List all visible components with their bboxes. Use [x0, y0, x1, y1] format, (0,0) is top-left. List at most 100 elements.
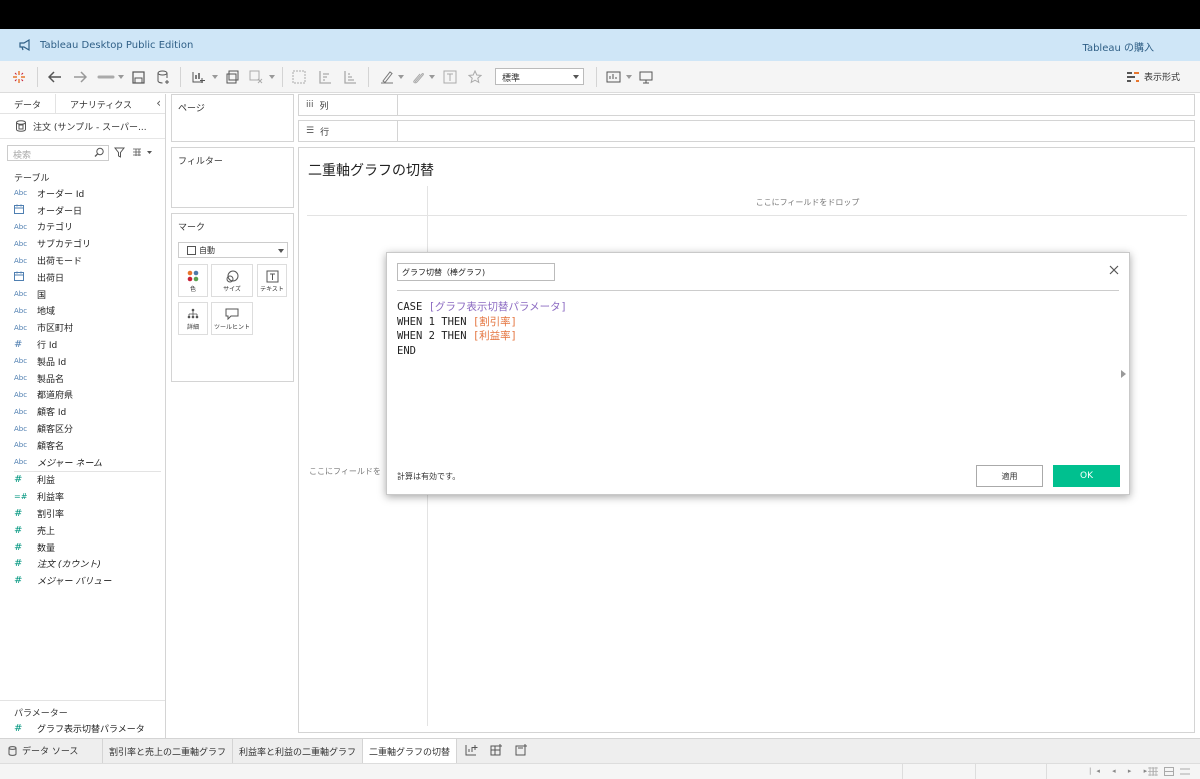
- measure-field-item[interactable]: # 利益: [0, 472, 165, 489]
- swap-rows-columns-icon[interactable]: [291, 69, 307, 85]
- string-type-icon: Abc: [14, 390, 28, 399]
- detail-button[interactable]: 詳細: [178, 302, 208, 335]
- dimension-field-item[interactable]: 出荷日: [0, 269, 165, 286]
- rows-label: 行: [320, 127, 330, 138]
- tabs-view-icon[interactable]: [1180, 767, 1190, 776]
- columns-label: 列: [319, 101, 329, 112]
- sheet-tab[interactable]: 利益率と利益の二重軸グラフ: [233, 738, 364, 764]
- filter-icon[interactable]: [114, 147, 125, 158]
- new-worksheet-icon[interactable]: [465, 744, 478, 759]
- calculation-name-input[interactable]: グラフ切替（棒グラフ): [397, 263, 555, 281]
- dimension-field-item[interactable]: Abc 顧客名: [0, 437, 165, 454]
- presentation-mode-icon[interactable]: [638, 69, 654, 85]
- tooltip-button[interactable]: ツールヒント: [211, 302, 253, 335]
- dimension-field-item[interactable]: Abc 地域: [0, 303, 165, 320]
- clear-sheet-icon[interactable]: [248, 69, 264, 85]
- number-type-icon: #: [14, 474, 23, 486]
- columns-shelf[interactable]: iii 列: [298, 94, 1195, 116]
- dimension-field-item[interactable]: Abc メジャー ネーム: [0, 454, 165, 471]
- filters-card[interactable]: フィルター: [171, 147, 294, 208]
- field-name: カテゴリ: [37, 223, 74, 234]
- dimension-field-item[interactable]: Abc 市区町村: [0, 319, 165, 336]
- sort-descending-icon[interactable]: [342, 69, 358, 85]
- dimension-field-item[interactable]: オーダー日: [0, 202, 165, 219]
- filters-card-title: フィルター: [178, 157, 223, 167]
- tableau-logo-icon[interactable]: [11, 69, 27, 85]
- number-type-icon: #: [14, 339, 23, 351]
- code-field-ref: [利益率]: [472, 330, 518, 342]
- filmstrip-view-icon[interactable]: [1164, 767, 1174, 776]
- dimension-field-item[interactable]: Abc サブカテゴリ: [0, 235, 165, 252]
- fit-select[interactable]: 標準: [495, 68, 584, 85]
- code-keyword: CASE: [397, 301, 429, 313]
- new-story-icon[interactable]: [515, 743, 528, 759]
- mark-type-select[interactable]: 自動: [178, 242, 288, 258]
- save-icon[interactable]: [130, 69, 146, 85]
- parameter-field-item[interactable]: # グラフ表示切替パラメータ: [0, 720, 165, 737]
- string-type-icon: Abc: [14, 290, 28, 299]
- data-connection-icon[interactable]: [96, 69, 116, 85]
- apply-button[interactable]: 適用: [976, 465, 1043, 487]
- new-worksheet-icon[interactable]: [190, 69, 206, 85]
- text-button[interactable]: テキスト: [257, 264, 287, 297]
- dimension-field-item[interactable]: # 行 Id: [0, 336, 165, 353]
- string-type-icon: Abc: [14, 458, 28, 467]
- forward-icon[interactable]: [72, 69, 88, 85]
- tab-data-source[interactable]: データ ソース: [0, 738, 103, 764]
- formula-editor[interactable]: CASE [グラフ表示切替パラメータ] WHEN 1 THEN [割引率] WH…: [397, 300, 567, 358]
- measure-field-item[interactable]: =# 利益率: [0, 488, 165, 505]
- dimension-field-item[interactable]: Abc 都道府県: [0, 387, 165, 404]
- new-datasource-icon[interactable]: [155, 69, 171, 85]
- sheet-tab[interactable]: 割引率と売上の二重軸グラフ: [103, 738, 234, 764]
- measure-field-item[interactable]: # 注文 (カウント): [0, 556, 165, 573]
- size-button[interactable]: サイズ: [211, 264, 253, 297]
- dimension-field-item[interactable]: Abc 顧客区分: [0, 420, 165, 437]
- measure-field-item[interactable]: # 割引率: [0, 505, 165, 522]
- measure-field-item[interactable]: # 売上: [0, 522, 165, 539]
- close-icon[interactable]: [1109, 265, 1119, 275]
- dimension-field-item[interactable]: Abc 顧客 Id: [0, 403, 165, 420]
- rows-shelf-label: ☰ 行: [299, 121, 398, 141]
- buy-tableau-link[interactable]: Tableau の購入: [1082, 39, 1154, 54]
- fix-axes-icon[interactable]: [467, 69, 483, 85]
- dimension-field-item[interactable]: Abc 製品名: [0, 370, 165, 387]
- view-options-icon[interactable]: [132, 148, 152, 160]
- collapse-pane-icon[interactable]: ‹: [156, 96, 161, 110]
- datasource-item[interactable]: 注文 (サンプル - スーパー...: [0, 114, 165, 139]
- tab-data[interactable]: データ: [0, 94, 57, 113]
- back-icon[interactable]: [47, 69, 63, 85]
- dimension-field-item[interactable]: Abc 製品 Id: [0, 353, 165, 370]
- code-parameter-ref: [グラフ表示切替パラメータ]: [428, 301, 567, 313]
- tab-analytics[interactable]: アナリティクス: [56, 94, 146, 113]
- color-button[interactable]: 色: [178, 264, 208, 297]
- show-cards-icon[interactable]: [606, 69, 622, 85]
- field-name: 数量: [37, 543, 56, 554]
- code-keyword: END: [397, 344, 416, 357]
- group-members-icon[interactable]: [410, 69, 426, 85]
- field-search-input[interactable]: 検索: [7, 145, 109, 161]
- ok-button[interactable]: OK: [1053, 465, 1120, 487]
- dimension-field-item[interactable]: Abc 国: [0, 286, 165, 303]
- pages-card[interactable]: ページ: [171, 94, 294, 142]
- number-type-icon: #: [14, 558, 23, 570]
- dimension-field-item[interactable]: Abc 出荷モード: [0, 252, 165, 269]
- show-mark-labels-icon[interactable]: [442, 69, 458, 85]
- rows-shelf[interactable]: ☰ 行: [298, 120, 1195, 142]
- app-title: Tableau Desktop Public Edition: [40, 39, 194, 51]
- expand-functions-icon[interactable]: [1121, 370, 1126, 378]
- field-name: 市区町村: [37, 324, 74, 335]
- grid-view-icon[interactable]: [1148, 767, 1158, 776]
- measure-field-item[interactable]: # メジャー バリュー: [0, 572, 165, 589]
- highlight-icon[interactable]: [379, 69, 395, 85]
- duplicate-sheet-icon[interactable]: [224, 69, 240, 85]
- fit-select-value: 標準: [502, 74, 521, 84]
- sort-ascending-icon[interactable]: [317, 69, 333, 85]
- show-me-button[interactable]: 表示形式: [1126, 70, 1180, 83]
- measure-field-item[interactable]: # 数量: [0, 539, 165, 556]
- field-name: 顧客区分: [37, 425, 74, 436]
- sheet-tab[interactable]: 二重軸グラフの切替: [363, 738, 458, 764]
- dimension-field-item[interactable]: Abc カテゴリ: [0, 219, 165, 236]
- field-name: グラフ表示切替パラメータ: [37, 724, 145, 735]
- new-dashboard-icon[interactable]: [490, 743, 503, 759]
- dimension-field-item[interactable]: Abc オーダー Id: [0, 185, 165, 202]
